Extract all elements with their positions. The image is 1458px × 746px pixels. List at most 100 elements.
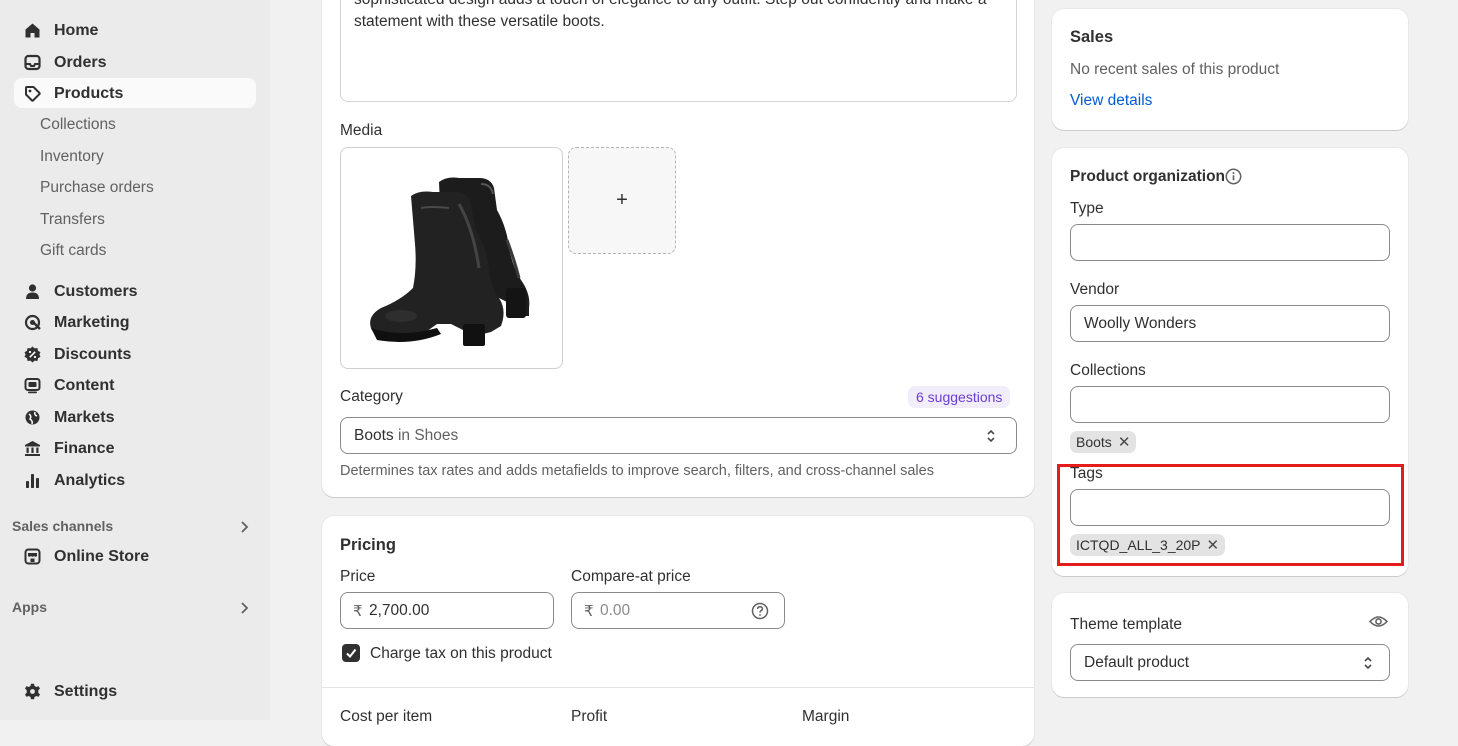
profit-label: Profit xyxy=(571,708,608,725)
charge-tax-label[interactable]: Charge tax on this product xyxy=(370,645,552,663)
sidebar-item-online-store[interactable]: Online Store xyxy=(14,541,256,571)
category-value-path: in Shoes xyxy=(393,427,459,444)
sidebar-item-label: Customers xyxy=(54,283,138,300)
sales-empty-text: No recent sales of this product xyxy=(1070,61,1280,78)
sidebar-item-label: Finance xyxy=(54,440,115,457)
sidebar-item-products[interactable]: Products xyxy=(14,78,256,108)
target-icon xyxy=(24,314,41,331)
inbox-icon xyxy=(24,54,41,71)
margin-label: Margin xyxy=(802,708,850,725)
person-icon xyxy=(24,283,41,300)
cost-per-item-label: Cost per item xyxy=(340,708,433,725)
category-suggestions-badge[interactable]: 6 suggestions xyxy=(908,386,1011,408)
vendor-input[interactable]: Woolly Wonders xyxy=(1070,305,1390,342)
bank-icon xyxy=(24,440,41,457)
sales-title: Sales xyxy=(1070,28,1114,46)
sales-channels-heading[interactable]: Sales channels xyxy=(12,518,113,534)
currency-symbol: ₹ xyxy=(584,603,594,620)
sidebar-item-label: Content xyxy=(54,377,115,394)
sidebar-item-marketing[interactable]: Marketing xyxy=(14,307,256,337)
sidebar-item-settings[interactable]: Settings xyxy=(14,676,256,706)
sidebar-item-label: Marketing xyxy=(54,314,130,331)
price-input[interactable]: ₹ 2,700.00 xyxy=(340,592,554,629)
close-icon[interactable]: ✕ xyxy=(1118,433,1131,451)
theme-template-value: Default product xyxy=(1084,654,1190,671)
vendor-label: Vendor xyxy=(1070,281,1120,298)
plus-icon: + xyxy=(616,189,628,211)
category-help-text: Determines tax rates and adds metafields… xyxy=(340,463,934,479)
sidebar-item-customers[interactable]: Customers xyxy=(14,276,256,306)
add-media-button[interactable]: + xyxy=(568,147,676,254)
sidebar-item-label: Markets xyxy=(54,409,115,426)
select-arrows-icon xyxy=(985,427,997,450)
description-line-1: sophisticated design adds a touch of ele… xyxy=(354,0,986,9)
view-details-link[interactable]: View details xyxy=(1070,92,1152,110)
sidebar: Home Orders Products Collections Invento… xyxy=(0,0,270,720)
sidebar-item-markets[interactable]: Markets xyxy=(14,402,256,432)
sidebar-item-analytics[interactable]: Analytics xyxy=(14,465,256,495)
select-arrows-icon xyxy=(1362,654,1374,677)
checkmark-icon xyxy=(346,648,357,659)
apps-heading[interactable]: Apps xyxy=(12,599,47,615)
type-label: Type xyxy=(1070,200,1104,217)
store-icon xyxy=(24,548,41,565)
sidebar-item-content[interactable]: Content xyxy=(14,370,256,400)
chevron-right-icon[interactable] xyxy=(238,601,250,620)
collections-label: Collections xyxy=(1070,362,1146,379)
sidebar-item-label: Products xyxy=(54,85,124,102)
theme-template-select[interactable]: Default product xyxy=(1070,644,1390,681)
sidebar-subitem-transfers[interactable]: Transfers xyxy=(40,211,105,229)
category-value: Boots in Shoes xyxy=(354,427,458,445)
sidebar-subitem-gift-cards[interactable]: Gift cards xyxy=(40,242,106,260)
category-value-main: Boots xyxy=(354,427,394,444)
pricing-title: Pricing xyxy=(340,536,396,554)
bar-chart-icon xyxy=(24,472,41,489)
description-editor[interactable]: sophisticated design adds a touch of ele… xyxy=(340,0,1017,102)
sidebar-item-label: Online Store xyxy=(54,548,150,565)
media-image-tile[interactable] xyxy=(340,147,563,369)
sidebar-item-finance[interactable]: Finance xyxy=(14,433,256,463)
theme-template-label: Theme template xyxy=(1070,616,1182,633)
compare-at-price-label: Compare-at price xyxy=(571,568,691,585)
product-details-card: sophisticated design adds a touch of ele… xyxy=(322,0,1034,497)
gear-icon xyxy=(24,683,41,700)
sidebar-item-label: Settings xyxy=(54,683,118,700)
chevron-right-icon[interactable] xyxy=(238,520,250,539)
info-icon[interactable] xyxy=(1225,168,1242,190)
sidebar-subitem-inventory[interactable]: Inventory xyxy=(40,148,104,166)
collection-chip-label: Boots xyxy=(1076,434,1112,450)
home-icon xyxy=(24,22,41,39)
price-value: 2,700.00 xyxy=(369,602,430,619)
type-input[interactable] xyxy=(1070,224,1390,261)
vendor-value: Woolly Wonders xyxy=(1084,315,1197,332)
category-select[interactable]: Boots in Shoes xyxy=(340,417,1017,454)
pricing-card: Pricing Price ₹ 2,700.00 Compare-at pric… xyxy=(322,516,1034,746)
compare-at-price-input[interactable]: ₹ 0.00 xyxy=(571,592,785,629)
sidebar-item-orders[interactable]: Orders xyxy=(14,47,256,77)
theme-template-card: Theme template Default product xyxy=(1052,593,1408,697)
sidebar-item-home[interactable]: Home xyxy=(14,15,256,45)
globe-icon xyxy=(24,409,41,426)
eye-icon[interactable] xyxy=(1368,613,1389,635)
question-circle-icon[interactable] xyxy=(751,602,769,625)
sidebar-item-label: Home xyxy=(54,22,99,39)
content-icon xyxy=(24,377,41,394)
collection-chip: Boots ✕ xyxy=(1070,431,1137,453)
pricing-divider xyxy=(322,687,1034,688)
media-label: Media xyxy=(340,122,383,139)
sidebar-subitem-collections[interactable]: Collections xyxy=(40,116,116,134)
product-organization-title: Product organization xyxy=(1070,168,1225,185)
sidebar-item-label: Orders xyxy=(54,54,107,71)
price-label: Price xyxy=(340,568,376,585)
sidebar-item-label: Analytics xyxy=(54,472,126,489)
sidebar-item-label: Discounts xyxy=(54,346,132,363)
tag-icon xyxy=(24,85,41,102)
collections-input[interactable] xyxy=(1070,386,1390,423)
sidebar-item-discounts[interactable]: Discounts xyxy=(14,339,256,369)
sales-card: Sales No recent sales of this product Vi… xyxy=(1052,9,1408,130)
currency-symbol: ₹ xyxy=(353,603,363,620)
category-label: Category xyxy=(340,388,403,405)
charge-tax-checkbox[interactable] xyxy=(342,644,360,662)
compare-at-price-placeholder: 0.00 xyxy=(600,602,631,619)
sidebar-subitem-purchase-orders[interactable]: Purchase orders xyxy=(40,179,154,197)
